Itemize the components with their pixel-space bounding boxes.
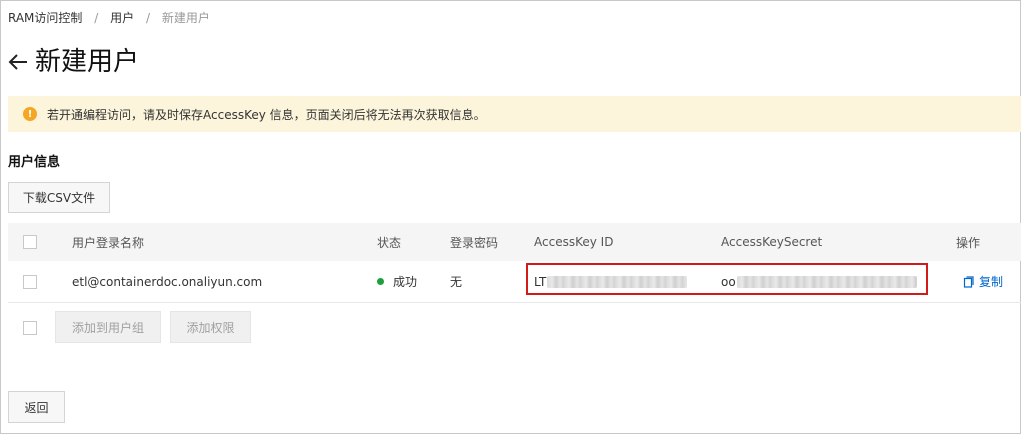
status-text: 成功 bbox=[393, 275, 418, 289]
row-select-cell bbox=[23, 261, 37, 302]
column-header: AccessKey ID bbox=[534, 235, 614, 249]
page-frame: RAM访问控制 / 用户 / 新建用户 新建用户 ! 若开通编程访问，请及时保存… bbox=[0, 0, 1021, 434]
add-to-group-button[interactable]: 添加到用户组 bbox=[55, 311, 161, 343]
select-all-checkbox[interactable] bbox=[23, 235, 37, 249]
action-cell: 复制 bbox=[963, 261, 1003, 302]
column-header: 用户登录名称 bbox=[72, 235, 145, 250]
breadcrumb-users[interactable]: 用户 bbox=[110, 11, 134, 25]
column-header: 状态 bbox=[377, 235, 402, 250]
section-title: 用户信息 bbox=[8, 155, 61, 170]
arrow-left-icon[interactable] bbox=[7, 51, 29, 73]
back-button[interactable]: 返回 bbox=[8, 391, 65, 423]
login-name: etl@containerdoc.onaliyun.com bbox=[72, 274, 263, 289]
row-checkbox[interactable] bbox=[23, 274, 37, 289]
table-row: etl@containerdoc.onaliyun.com 成功 无 LT oo bbox=[8, 261, 1021, 303]
table-footer-actions: 添加到用户组 添加权限 bbox=[8, 303, 1021, 353]
footer-checkbox[interactable] bbox=[23, 321, 37, 335]
copy-icon bbox=[963, 275, 974, 288]
warning-notice: ! 若开通编程访问，请及时保存AccessKey 信息，页面关闭后将无法再次获取… bbox=[8, 96, 1021, 132]
breadcrumb-current: 新建用户 bbox=[161, 11, 210, 25]
download-csv-button[interactable]: 下载CSV文件 bbox=[8, 182, 110, 213]
column-header: 登录密码 bbox=[450, 235, 499, 250]
footer-select-cell bbox=[23, 303, 37, 353]
breadcrumb-separator: / bbox=[145, 11, 151, 25]
page-title: 新建用户 bbox=[35, 47, 140, 77]
select-all-cell bbox=[23, 223, 37, 261]
title-row: 新建用户 bbox=[7, 45, 139, 79]
success-dot-icon bbox=[377, 278, 384, 285]
table-header: 用户登录名称 状态 登录密码 AccessKey ID AccessKeySec… bbox=[8, 223, 1021, 261]
copy-label: 复制 bbox=[979, 275, 1004, 289]
column-header: AccessKeySecret bbox=[721, 235, 823, 249]
status-cell: 成功 bbox=[377, 261, 417, 302]
copy-link[interactable]: 复制 bbox=[963, 273, 1003, 290]
breadcrumb: RAM访问控制 / 用户 / 新建用户 bbox=[8, 9, 210, 26]
breadcrumb-separator: / bbox=[94, 11, 99, 25]
breadcrumb-ram[interactable]: RAM访问控制 bbox=[8, 11, 82, 25]
add-permission-button[interactable]: 添加权限 bbox=[170, 311, 251, 343]
highlight-box bbox=[526, 263, 928, 295]
password: 无 bbox=[450, 275, 463, 289]
user-table: 用户登录名称 状态 登录密码 AccessKey ID AccessKeySec… bbox=[8, 223, 1021, 353]
notice-text: 若开通编程访问，请及时保存AccessKey 信息，页面关闭后将无法再次获取信息… bbox=[47, 107, 486, 122]
warning-icon: ! bbox=[23, 107, 37, 121]
column-header: 操作 bbox=[956, 235, 981, 250]
